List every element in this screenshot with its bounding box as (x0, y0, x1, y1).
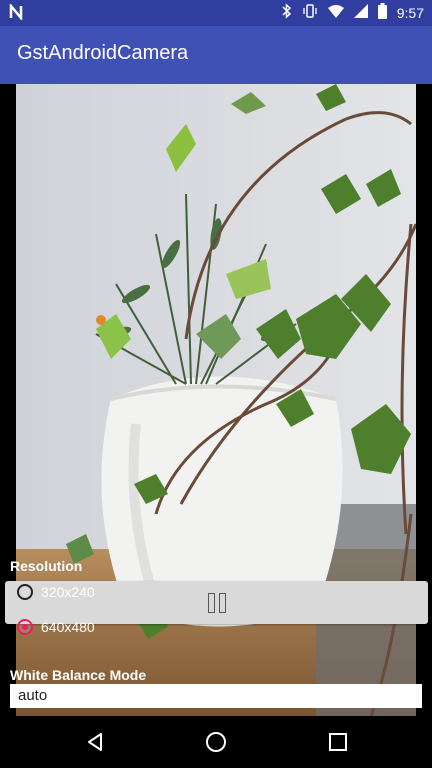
resolution-label: Resolution (10, 558, 83, 574)
white-balance-label: White Balance Mode (10, 667, 147, 683)
battery-icon (377, 3, 387, 22)
radio-button[interactable] (17, 584, 33, 600)
back-icon[interactable] (84, 730, 108, 754)
resolution-option-320x240[interactable]: 320x240 (17, 584, 95, 600)
camera-screen: Resolution 320x240 640x480 White Balance… (0, 84, 432, 716)
pause-icon (207, 592, 226, 613)
wifi-icon (327, 4, 344, 21)
status-time: 9:57 (396, 4, 424, 21)
white-balance-field[interactable]: auto (10, 684, 422, 708)
vibrate-icon (302, 3, 318, 22)
status-icons: 9:57 (282, 3, 424, 22)
resolution-option-label: 640x480 (41, 619, 95, 635)
app-title: GstAndroidCamera (17, 42, 189, 64)
notification-n-icon (8, 2, 24, 25)
resolution-option-label: 320x240 (41, 584, 95, 600)
radio-button-selected[interactable] (17, 619, 33, 635)
app-bar: GstAndroidCamera (0, 26, 432, 84)
signal-icon (353, 4, 368, 21)
bluetooth-icon (282, 3, 292, 22)
home-icon[interactable] (204, 730, 228, 754)
navigation-bar (0, 716, 432, 768)
recents-icon[interactable] (326, 730, 350, 754)
status-bar: 9:57 (0, 0, 432, 26)
resolution-option-640x480[interactable]: 640x480 (17, 619, 95, 635)
